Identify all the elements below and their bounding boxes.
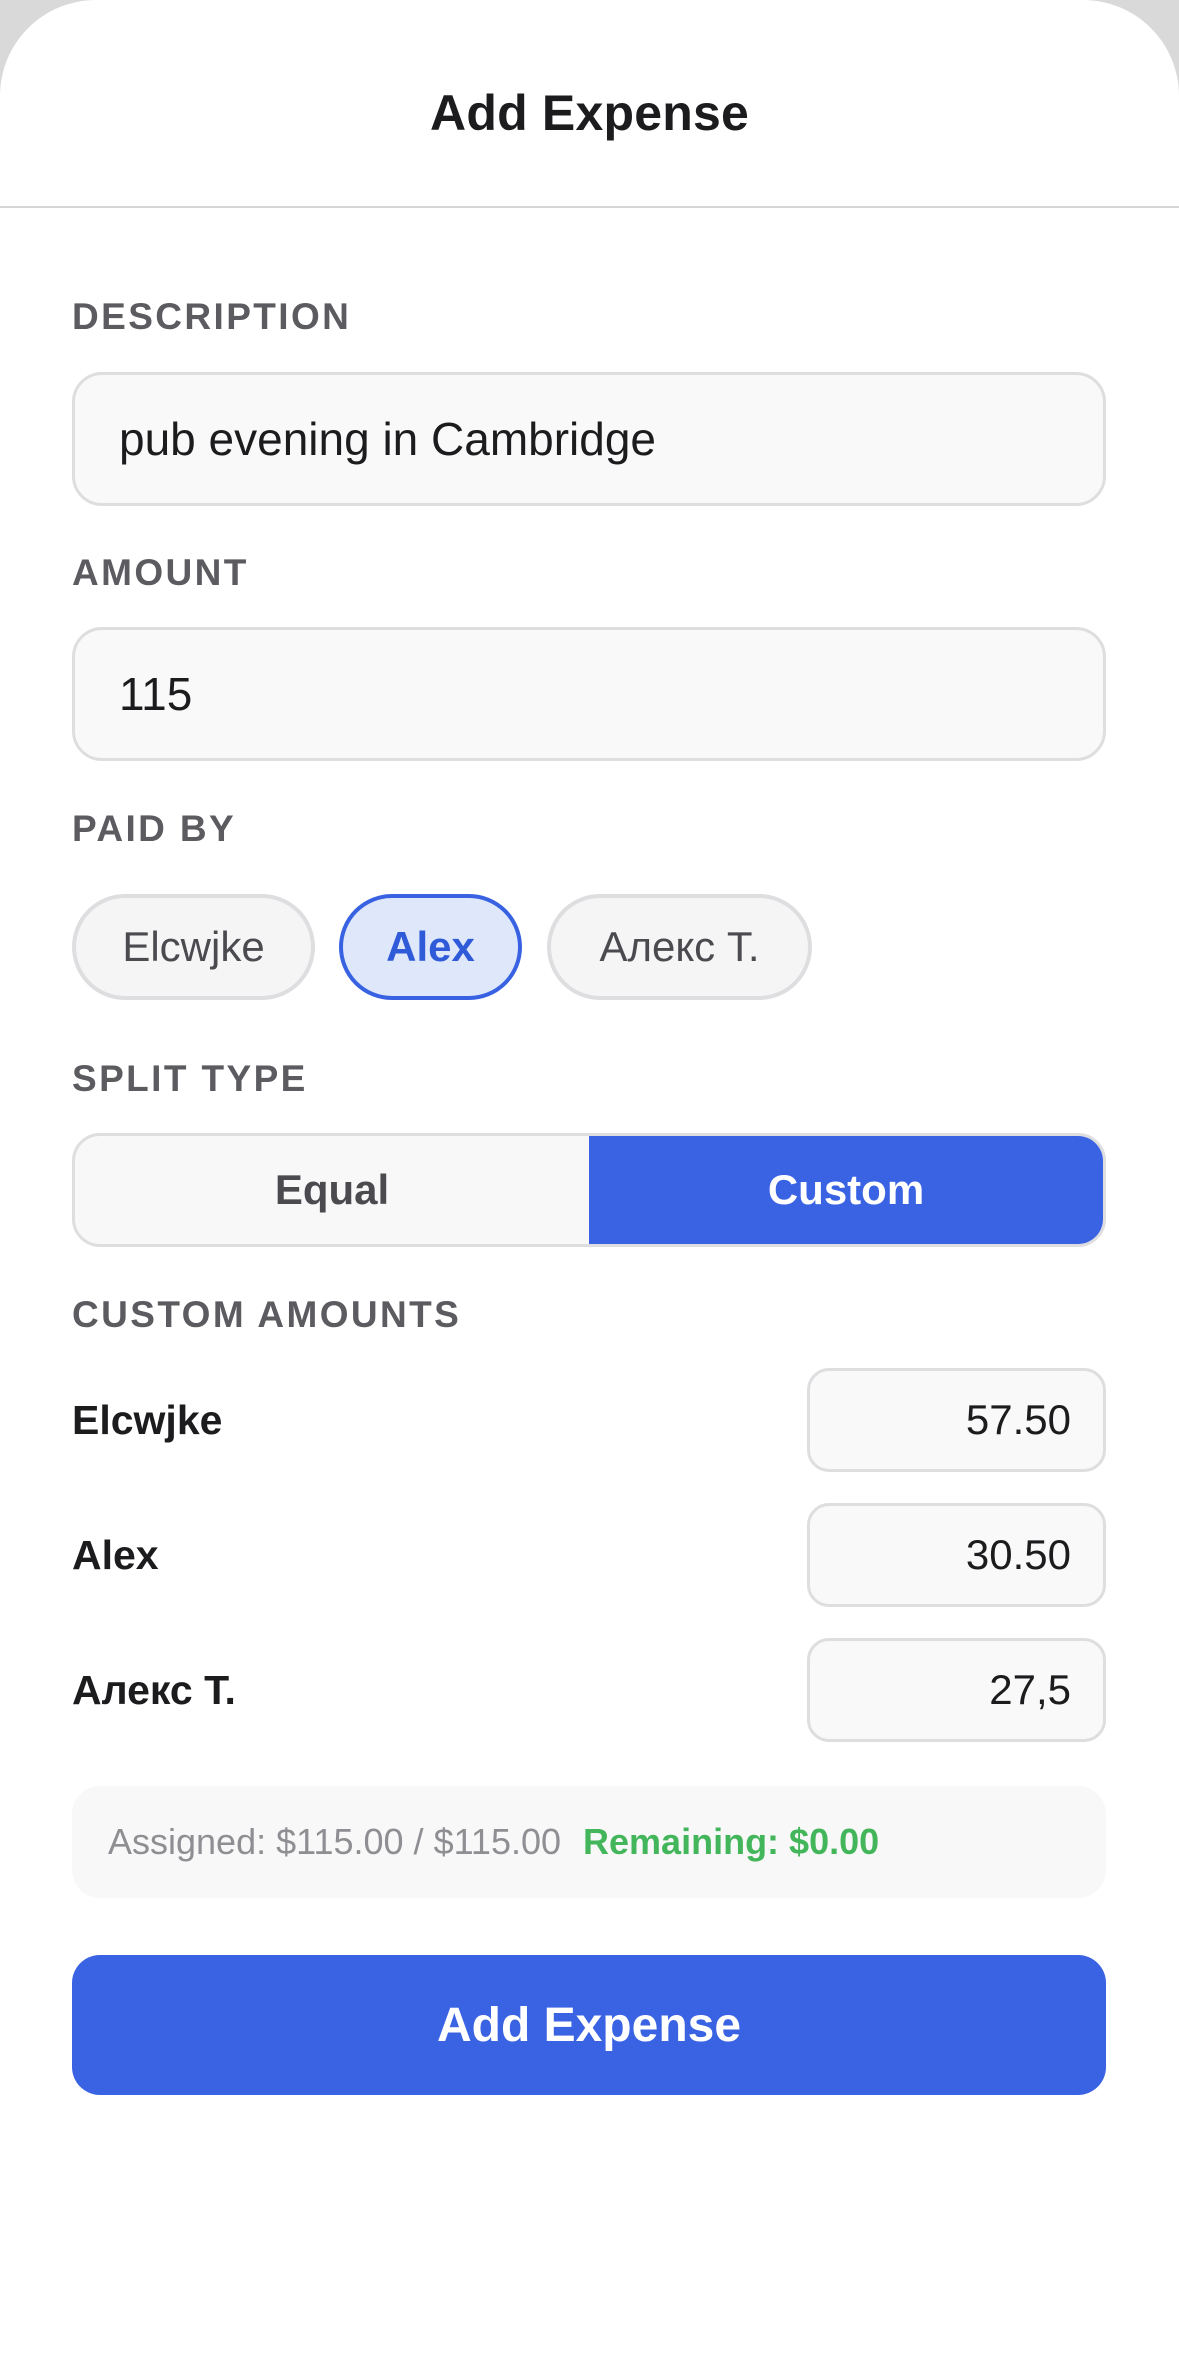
split-summary: Assigned: $115.00 / $115.00 Remaining: $… xyxy=(72,1786,1106,1898)
payer-chip-aleks-t[interactable]: Алекс Т. xyxy=(547,894,812,1000)
description-input[interactable]: pub evening in Cambridge xyxy=(72,372,1106,506)
custom-amounts-label: CUSTOM AMOUNTS xyxy=(72,1294,462,1335)
sheet-header: Add Expense xyxy=(0,0,1179,208)
custom-amount-name-alex: Alex xyxy=(72,1532,159,1578)
amount-label: AMOUNT xyxy=(72,552,249,593)
assigned-total-text: Assigned: $115.00 / $115.00 xyxy=(108,1821,562,1862)
add-expense-button[interactable]: Add Expense xyxy=(72,1955,1106,2095)
payer-chip-alex[interactable]: Alex xyxy=(339,894,522,1000)
custom-amount-input-elcwjke[interactable]: 57.50 xyxy=(807,1368,1106,1472)
payer-chip-elcwjke[interactable]: Elcwjke xyxy=(72,894,315,1000)
split-equal-tab[interactable]: Equal xyxy=(75,1136,589,1244)
custom-amount-input-aleks-t[interactable]: 27,5 xyxy=(807,1638,1106,1742)
remaining-amount-text: Remaining: $0.00 xyxy=(583,1821,880,1862)
custom-amount-name-elcwjke: Elcwjke xyxy=(72,1397,223,1443)
split-type-label: SPLIT TYPE xyxy=(72,1058,308,1099)
description-label: DESCRIPTION xyxy=(72,296,352,337)
amount-input[interactable]: 115 xyxy=(72,627,1106,761)
paid-by-label: PAID BY xyxy=(72,808,237,849)
add-expense-sheet: Add Expense DESCRIPTION pub evening in C… xyxy=(0,0,1179,2379)
custom-amount-name-aleks-t: Алекс Т. xyxy=(72,1667,236,1713)
split-custom-tab[interactable]: Custom xyxy=(589,1136,1103,1244)
custom-amount-input-alex[interactable]: 30.50 xyxy=(807,1503,1106,1607)
page-title: Add Expense xyxy=(430,85,749,141)
split-type-segmented-control: Equal Custom xyxy=(72,1133,1106,1247)
